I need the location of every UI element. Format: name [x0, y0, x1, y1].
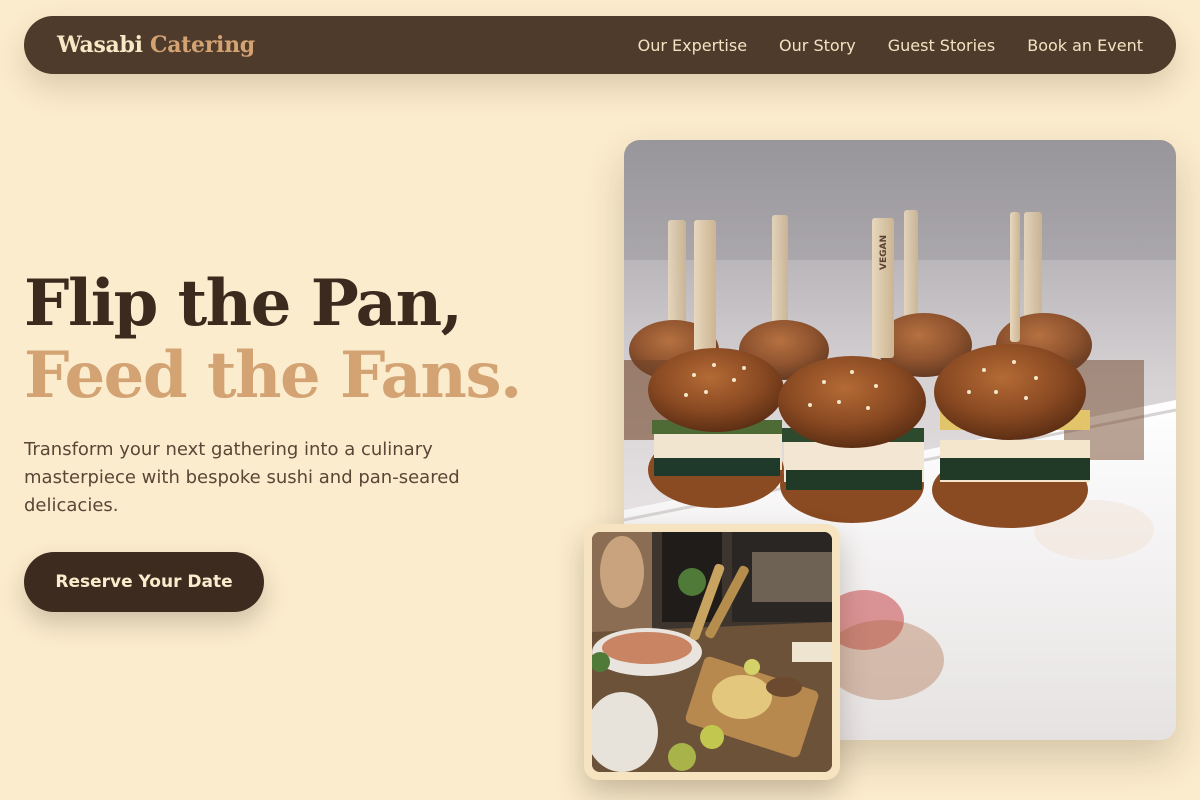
buffet-photo-image [592, 532, 832, 772]
buffet-photo [584, 524, 840, 780]
landing-page: Wasabi Catering Our Expertise Our Story … [0, 0, 1200, 800]
nav-link-our-expertise[interactable]: Our Expertise [638, 36, 747, 55]
top-nav: Wasabi Catering Our Expertise Our Story … [24, 16, 1176, 74]
hero-headline: Flip the Pan, Feed the Fans. [24, 266, 522, 413]
headline-line-1: Flip the Pan, [24, 266, 463, 341]
nav-link-guest-stories[interactable]: Guest Stories [888, 36, 996, 55]
reserve-date-button[interactable]: Reserve Your Date [24, 552, 264, 612]
nav-links: Our Expertise Our Story Guest Stories Bo… [638, 36, 1143, 55]
brand-accent: Catering [150, 32, 255, 58]
vegan-pick-label: VEGAN [879, 235, 889, 270]
headline-line-2: Feed the Fans. [24, 338, 522, 413]
brand-name: Wasabi [57, 32, 143, 58]
nav-link-book-an-event[interactable]: Book an Event [1027, 36, 1143, 55]
brand-logo[interactable]: Wasabi Catering [57, 32, 255, 58]
nav-link-our-story[interactable]: Our Story [779, 36, 856, 55]
hero-subtitle: Transform your next gathering into a cul… [24, 439, 460, 516]
